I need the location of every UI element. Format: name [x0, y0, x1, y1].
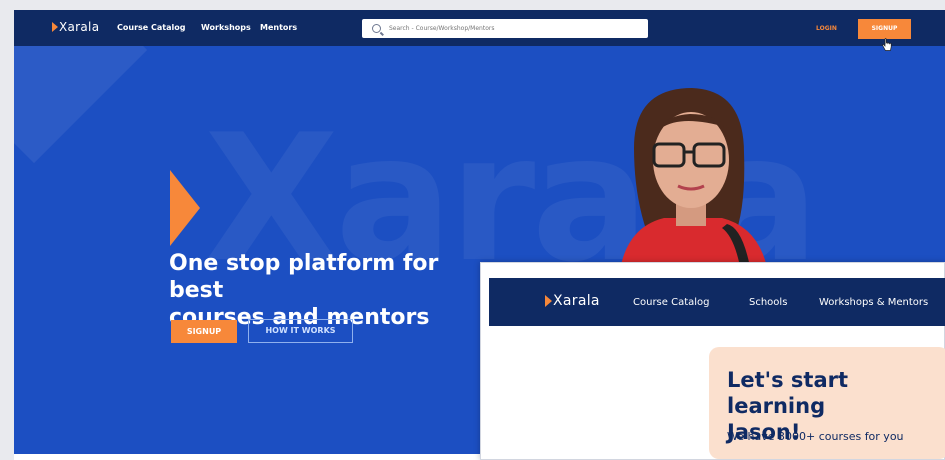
nav-mentors[interactable]: Mentors	[260, 23, 297, 32]
search-icon	[372, 24, 381, 33]
welcome-card: Let's start learning Jason! We have 3000…	[709, 347, 945, 459]
search-input[interactable]	[389, 25, 629, 32]
login-link[interactable]: LOGIN	[816, 25, 837, 32]
logo-chevron-icon	[52, 22, 58, 32]
top-navbar: Xarala Course Catalog Workshops Mentors …	[14, 10, 945, 46]
welcome-title-line-1: Let's start learning	[727, 368, 849, 418]
overlay-nav-workshops-mentors[interactable]: Workshops & Mentors	[819, 297, 928, 308]
overlay-navbar: Xarala Course Catalog Schools Workshops …	[489, 278, 945, 326]
hero-title-line-1: One stop platform for best	[169, 251, 439, 303]
overlay-logo-chevron-icon	[545, 295, 552, 307]
overlay-window: Xarala Course Catalog Schools Workshops …	[480, 262, 945, 460]
hand-cursor-icon	[882, 38, 892, 51]
logo[interactable]: Xarala	[52, 20, 99, 34]
overlay-nav-course-catalog[interactable]: Course Catalog	[633, 297, 710, 308]
nav-workshops[interactable]: Workshops	[201, 23, 251, 32]
overlay-logo-text: Xarala	[553, 293, 600, 309]
search-bar[interactable]	[362, 19, 648, 38]
hero-signup-button[interactable]: SIGNUP	[171, 320, 237, 343]
overlay-logo[interactable]: Xarala	[545, 293, 600, 309]
overlay-nav-schools[interactable]: Schools	[749, 297, 787, 308]
how-it-works-button[interactable]: HOW IT WORKS	[248, 319, 353, 343]
nav-course-catalog[interactable]: Course Catalog	[117, 23, 185, 32]
logo-text: Xarala	[59, 20, 100, 34]
bottom-strip	[14, 454, 480, 460]
signup-button-top[interactable]: SIGNUP	[858, 19, 911, 39]
hero-person-image	[619, 88, 769, 278]
hero-chevron-icon	[170, 170, 200, 246]
welcome-subtitle: We have 3000+ courses for you	[727, 430, 904, 443]
